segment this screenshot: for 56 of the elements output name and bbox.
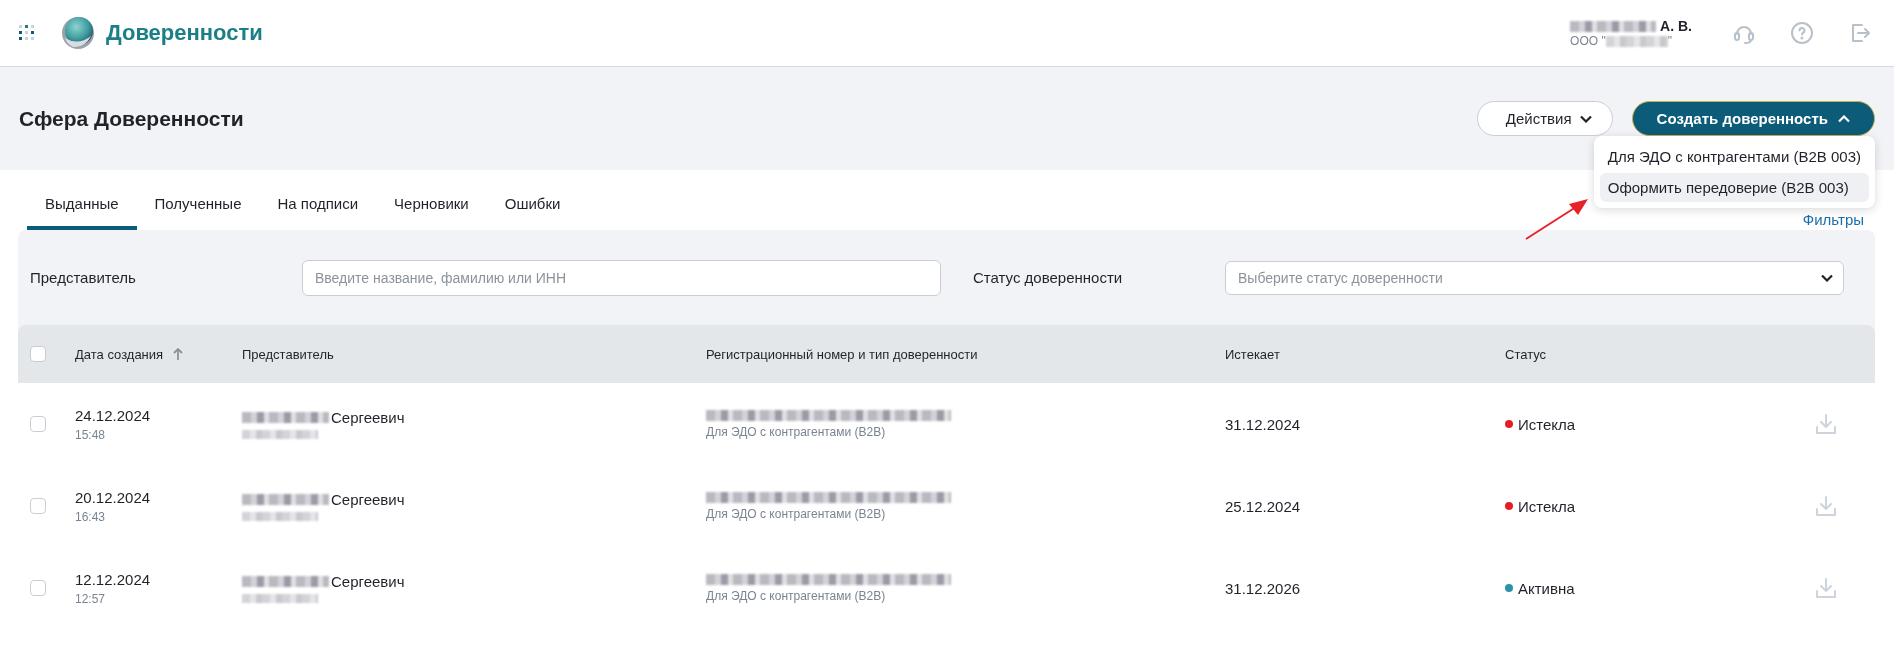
checkbox[interactable]	[30, 580, 46, 596]
download-icon[interactable]	[1815, 495, 1837, 517]
menu-item[interactable]: Оформить передоверие (B2B 003)	[1599, 173, 1869, 202]
caret-icon	[1579, 114, 1592, 123]
help-icon[interactable]	[1790, 21, 1814, 45]
type-text: Для ЭДО с контрагентами (B2B)	[706, 506, 887, 521]
org-prefix: ООО "	[1570, 34, 1606, 48]
page-title: Сфера Доверенности	[19, 106, 244, 131]
sort-arrow-icon[interactable]	[173, 348, 184, 360]
filter-label: Представитель	[30, 269, 137, 286]
date-text: 20.12.2024	[75, 488, 152, 506]
column-header[interactable]: Регистрационный номер и тип доверенности	[706, 346, 1225, 362]
org-suffix: "	[1667, 34, 1672, 48]
checkbox[interactable]	[30, 416, 46, 432]
representative-name: Сергеевич	[331, 573, 405, 590]
date-text: 24.12.2024	[75, 406, 152, 424]
redacted-text	[1605, 35, 1668, 47]
time-text: 16:43	[75, 509, 107, 524]
column-header[interactable]: Истекает	[1225, 346, 1505, 362]
representative-name: Сергеевич	[331, 491, 405, 508]
search-field[interactable]: Введите название, фамилию или ИНН	[302, 259, 941, 296]
tab[interactable]: Черновики	[376, 195, 487, 230]
actions-button[interactable]: Действия	[1476, 101, 1613, 136]
app-title: Доверенности	[106, 20, 263, 46]
arrow-annotation	[1524, 196, 1590, 241]
expiry-date: 31.12.2024	[1225, 415, 1302, 433]
sphere-logo-icon	[61, 16, 95, 50]
filter-label: Статус доверенности	[972, 269, 1124, 286]
expiry-date: 31.12.2026	[1225, 579, 1302, 597]
download-icon[interactable]	[1815, 413, 1837, 435]
caret-icon	[1821, 273, 1833, 282]
column-header[interactable]: Представитель	[242, 346, 706, 362]
status-text: Истекла	[1518, 415, 1576, 433]
user-name: А. В.	[1660, 18, 1692, 34]
status-text: Истекла	[1518, 497, 1576, 515]
download-icon[interactable]	[1815, 577, 1837, 599]
column-header[interactable]: Дата создания	[75, 346, 242, 362]
type-text: Для ЭДО с контрагентами (B2B)	[706, 588, 887, 603]
filters-link[interactable]: Фильтры	[1802, 211, 1864, 228]
date-text: 12.12.2024	[75, 570, 152, 588]
status-text: Активна	[1518, 579, 1575, 597]
tab[interactable]: На подписи	[259, 195, 377, 230]
time-text: 15:48	[75, 427, 107, 442]
tab[interactable]: Полученные	[136, 195, 260, 230]
checkbox[interactable]	[30, 498, 46, 514]
menu-item[interactable]: Для ЭДО с контрагентами (B2B 003)	[1599, 142, 1869, 171]
checkbox[interactable]	[30, 346, 46, 362]
time-text: 12:57	[75, 591, 107, 606]
tab[interactable]: Ошибки	[486, 195, 579, 230]
create-button[interactable]: Создать доверенность	[1631, 101, 1875, 136]
caret-icon	[1838, 114, 1850, 123]
expiry-date: 25.12.2024	[1225, 497, 1302, 515]
representative-name: Сергеевич	[331, 409, 405, 426]
type-text: Для ЭДО с контрагентами (B2B)	[706, 424, 887, 439]
apps-grid-icon[interactable]	[19, 25, 35, 41]
column-header[interactable]: Статус	[1505, 346, 1875, 362]
